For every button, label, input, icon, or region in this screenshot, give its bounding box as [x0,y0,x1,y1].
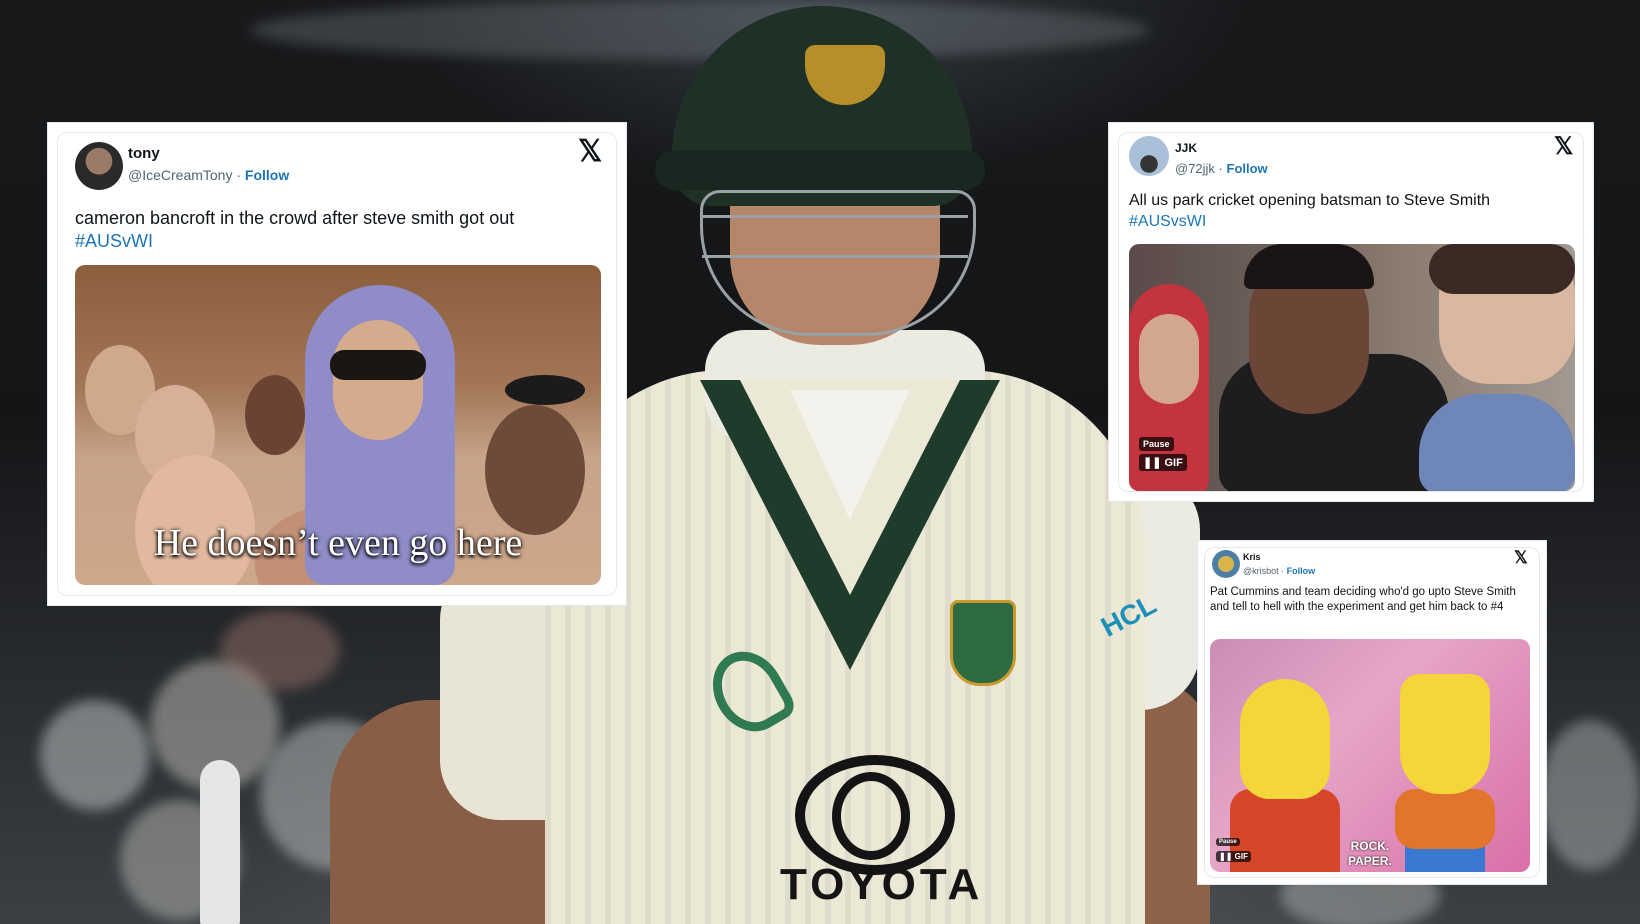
tweet-author-handle-row: @IceCreamTony · Follow [128,167,289,183]
crowd-person [135,455,255,585]
lisa-character [1240,679,1330,799]
media-caption: He doesn’t even go here [153,522,523,564]
gif-person-shirt [1419,394,1575,491]
helmet-peak [655,150,985,190]
bokeh-light [40,700,150,810]
tweet-author-name[interactable]: tony [128,145,160,162]
australia-badge-icon [950,600,1016,686]
x-logo-icon[interactable]: 𝕏 [1514,549,1528,566]
tweet-author-handle-row: @72jjk · Follow [1175,161,1268,176]
crowd-lights [250,0,1150,60]
gif-person-hair [1429,244,1575,294]
media-caption-line: PAPER. [1348,854,1392,868]
media-caption: ROCK. PAPER. [1348,839,1392,869]
tweet-media-gif[interactable]: ROCK. PAPER. Pause ❚❚ GIF [1210,639,1530,872]
tweet-media-gif[interactable]: Pause ❚❚ GIF [1129,244,1575,491]
gif-badge[interactable]: ❚❚ GIF [1216,851,1251,862]
avatar[interactable] [1129,136,1169,176]
avatar[interactable] [1212,550,1240,578]
helmet-grille [700,190,976,336]
crowd-person [245,375,305,455]
separator: · [1278,566,1287,576]
grille-bar [702,255,968,258]
pause-icon[interactable]: ❚❚ [1219,852,1235,861]
tweet-text: cameron bancroft in the crowd after stev… [75,207,595,254]
sponsor-text: TOYOTA [780,860,984,909]
cricket-bat [200,760,240,924]
bart-character [1400,674,1490,794]
grille-bar [702,215,968,218]
hashtag-link[interactable]: #AUSvsWI [1129,212,1579,233]
pause-label: Pause [1139,437,1174,451]
hashtag-link[interactable]: #AUSvWI [75,230,595,253]
hooded-face [333,320,423,440]
gif-label: GIF [1164,457,1183,469]
follow-link[interactable]: Follow [1287,566,1316,576]
x-logo-icon[interactable]: 𝕏 [1554,135,1573,159]
gif-label: GIF [1234,852,1248,861]
follow-link[interactable]: Follow [245,167,289,183]
bokeh-light [1540,720,1640,870]
gif-person-face [1139,314,1199,404]
pause-icon[interactable]: ❚❚ [1143,457,1165,469]
tweet-author-handle-row: @krisbot · Follow [1243,566,1315,576]
tweet-body: All us park cricket opening batsman to S… [1129,192,1491,209]
tweet-author-handle[interactable]: @IceCreamTony [128,167,232,183]
tweet-body: Pat Cummins and team deciding who'd go u… [1210,586,1516,613]
separator: · [1214,161,1227,176]
bart-shirt [1395,789,1495,849]
crowd-person [485,405,585,535]
crowd-person-headband [505,375,585,405]
gif-badge[interactable]: ❚❚ GIF [1139,454,1187,471]
tweet-author-handle[interactable]: @72jjk [1175,161,1215,176]
pause-label: Pause [1216,838,1240,846]
tweet-author-name[interactable]: JJK [1175,141,1197,155]
follow-link[interactable]: Follow [1227,161,1268,176]
toyota-logo-inner [832,772,910,860]
media-caption-line: ROCK. [1350,839,1390,853]
bokeh-light [220,610,340,690]
tweet-card-tony[interactable]: tony @IceCreamTony · Follow 𝕏 cameron ba… [47,122,627,606]
tweet-author-handle[interactable]: @krisbot [1243,566,1279,576]
avatar[interactable] [75,142,123,190]
separator: · [232,167,245,183]
sunglasses [330,350,426,380]
tweet-card-kris[interactable]: Kris @krisbot · Follow 𝕏 Pat Cummins and… [1197,540,1547,885]
tweet-media[interactable]: He doesn’t even go here [75,265,601,585]
tweet-card-jjk[interactable]: JJK @72jjk · Follow 𝕏 All us park cricke… [1108,122,1594,502]
shirt-opening [790,390,910,520]
x-logo-icon[interactable]: 𝕏 [578,137,602,167]
gif-person-hair [1244,244,1374,289]
tweet-text: All us park cricket opening batsman to S… [1129,191,1579,233]
tweet-author-name[interactable]: Kris [1243,552,1261,562]
tweet-body: cameron bancroft in the crowd after stev… [75,208,515,228]
